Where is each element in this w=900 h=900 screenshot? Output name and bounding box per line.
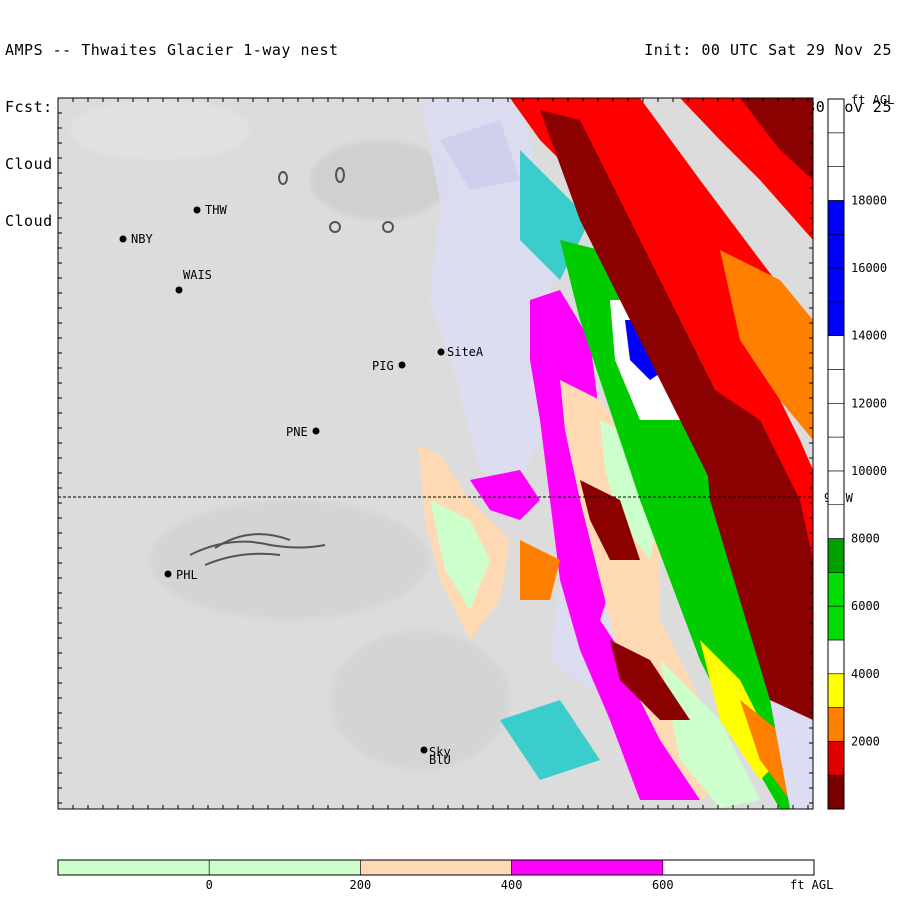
right-colorbar-tick-label: 8000: [851, 532, 880, 546]
map-content: [58, 98, 813, 809]
bottom-colorbar-tick-label: 600: [652, 878, 674, 892]
bottom-colorbar-cell: [360, 859, 512, 876]
bottom-colorbar-cells: [57, 859, 815, 876]
station-pne-label: PNE: [286, 425, 308, 439]
right-colorbar-cell: [827, 605, 845, 641]
right-colorbar-cell: [827, 369, 845, 404]
right-colorbar-tick-label: 18000: [851, 193, 887, 207]
station-thw-dot: [193, 206, 201, 214]
right-colorbar-cell: [827, 504, 845, 539]
right-colorbar-tick-label: 16000: [851, 261, 887, 275]
station-sky-dot: [420, 746, 428, 754]
right-colorbar-cell: [827, 470, 845, 506]
right-colorbar-cell: [827, 572, 845, 607]
bottom-colorbar: 0 200 400 600 ft AGL: [57, 859, 833, 892]
station-nby-dot: [119, 235, 127, 243]
bottom-colorbar-tick-label: 400: [501, 878, 523, 892]
station-pne-dot: [312, 427, 320, 435]
right-colorbar-tick-label: 6000: [851, 599, 880, 613]
right-colorbar: ft AGL 2000 4000 6000 8000 10000 12000 14000 16…: [827, 93, 894, 810]
right-colorbar-cell: [827, 335, 845, 370]
bottom-colorbar-cell: [208, 859, 361, 876]
bottom-colorbar-tick-label: 200: [350, 878, 372, 892]
station-sitea-label: SiteA: [447, 345, 484, 359]
station-sitea-dot: [437, 348, 445, 356]
right-colorbar-cell: [827, 707, 845, 742]
right-colorbar-cell: [827, 233, 845, 269]
station-nby-label: NBY: [131, 232, 153, 246]
right-colorbar-cell: [827, 267, 845, 303]
bottom-colorbar-cell: [511, 859, 664, 876]
right-colorbar-cell: [827, 538, 845, 573]
right-colorbar-cell: [827, 132, 845, 167]
right-colorbar-tick-label: 12000: [851, 396, 887, 410]
right-colorbar-cell: [827, 301, 845, 336]
right-colorbar-cell: [827, 98, 845, 134]
station-wais-label: WAIS: [183, 268, 212, 282]
bottom-colorbar-ticks: 0 200 400 600: [206, 878, 674, 892]
station-phl-label: PHL: [176, 568, 198, 582]
right-colorbar-cell: [827, 436, 845, 472]
station-blu-label: BlU: [429, 753, 451, 767]
right-colorbar-tick-label: 14000: [851, 329, 887, 343]
right-colorbar-cell: [827, 774, 845, 810]
station-phl-dot: [164, 570, 172, 578]
right-colorbar-cell: [827, 673, 845, 708]
right-colorbar-tick-label: 4000: [851, 667, 880, 681]
bottom-colorbar-tick-label: 0: [206, 878, 213, 892]
station-pig-label: PIG: [372, 359, 394, 373]
station-pig-dot: [398, 361, 406, 369]
right-colorbar-cell: [827, 402, 845, 438]
bottom-colorbar-unit: ft AGL: [790, 878, 833, 892]
bottom-colorbar-cell: [57, 859, 210, 876]
right-colorbar-ticks: 2000 4000 6000 8000 10000 12000 14000 16000 1800…: [851, 193, 887, 748]
right-colorbar-unit: ft AGL: [851, 93, 894, 107]
right-colorbar-cell: [827, 639, 845, 675]
right-colorbar-cell: [827, 166, 845, 201]
right-colorbar-cells: [827, 98, 845, 810]
right-colorbar-tick-label: 2000: [851, 734, 880, 748]
bottom-colorbar-cell: [662, 859, 815, 876]
map-panel[interactable]: 90 W THW NBY WAIS SiteA PIG PNE PHL: [0, 0, 900, 900]
station-wais-dot: [175, 286, 183, 294]
right-colorbar-cell: [827, 741, 845, 776]
right-colorbar-tick-label: 10000: [851, 464, 887, 478]
right-colorbar-cell: [827, 200, 845, 235]
station-thw-label: THW: [205, 203, 227, 217]
